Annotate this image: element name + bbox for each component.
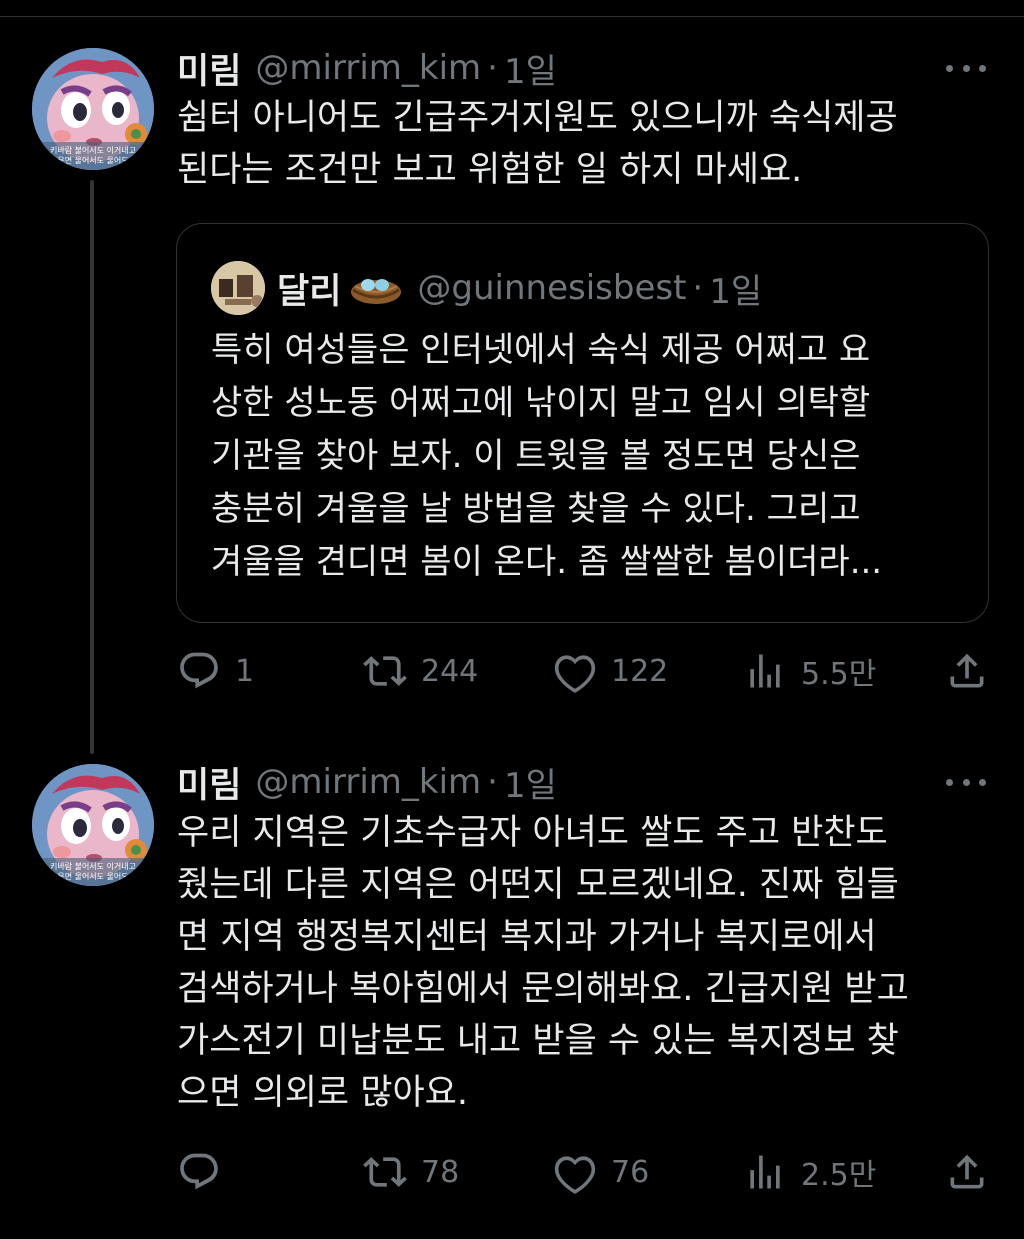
quoted-header: 달리 @guinnesisbest · 1일 — [277, 264, 762, 313]
svg-text:우면 울어서도 울어도: 우면 울어서도 울어도 — [57, 155, 128, 165]
tweet-text: 쉼터 아니어도 긴급주거지원도 있으니까 숙식제공 된다는 조건만 보고 위험한… — [177, 98, 898, 190]
more-options-icon[interactable] — [946, 58, 986, 78]
user-handle[interactable]: @mirrim_kim — [255, 762, 481, 802]
like-count: 122 — [611, 653, 669, 689]
view-count: 5.5만 — [801, 657, 877, 692]
views-button[interactable]: 5.5만 — [743, 646, 876, 696]
like-button[interactable]: 76 — [553, 1147, 649, 1197]
separator: · — [692, 268, 704, 308]
quoted-timestamp[interactable]: 1일 — [709, 264, 762, 313]
avatar-image: 키바람 불어서도 이거내고 우면 울어서도 울어도 — [32, 764, 154, 886]
retweet-button[interactable]: 78 — [363, 1147, 459, 1197]
separator: · — [487, 48, 498, 88]
like-button[interactable]: 122 — [553, 646, 668, 696]
heart-icon — [554, 655, 596, 693]
analytics-icon — [750, 1155, 780, 1189]
avatar[interactable]: 키바람 불어서도 이거내고 우면 울어서도 울어도 — [32, 764, 154, 886]
tweet-actions: 78 76 2.5만 — [177, 1147, 992, 1197]
reply-count: 1 — [235, 653, 255, 689]
quoted-avatar[interactable] — [211, 261, 265, 315]
svg-text:우면 울어서도 울어도: 우면 울어서도 울어도 — [57, 871, 128, 881]
share-icon — [950, 653, 984, 688]
quoted-tweet-text: 특히 여성들은 인터넷에서 숙식 제공 어쩌고 요 상한 성노동 어쩌고에 낚이… — [211, 330, 883, 582]
display-name[interactable]: 미림 — [177, 757, 241, 808]
quoted-avatar-image — [211, 261, 265, 315]
svg-text:키바람 불어서도 이거내고: 키바람 불어서도 이거내고 — [50, 861, 136, 871]
tweet-actions: 1 244 122 5.5만 — [177, 646, 992, 696]
share-icon — [950, 1154, 984, 1189]
reply-icon — [180, 652, 218, 689]
quoted-tweet[interactable]: 달리 @guinnesisbest · 1일 특히 여성들은 인터넷에서 숙식 … — [176, 223, 989, 623]
retweet-count: 244 — [421, 653, 479, 689]
views-button[interactable]: 2.5만 — [743, 1147, 876, 1197]
retweet-icon — [363, 656, 407, 686]
svg-text:키바람 불어서도 이거내고: 키바람 불어서도 이거내고 — [50, 145, 136, 155]
retweet-icon — [363, 1157, 407, 1187]
heart-icon — [554, 1156, 596, 1194]
timestamp[interactable]: 1일 — [504, 44, 557, 93]
share-button[interactable] — [945, 646, 989, 696]
share-button[interactable] — [945, 1147, 989, 1197]
view-count: 2.5만 — [801, 1158, 877, 1193]
timestamp[interactable]: 1일 — [504, 758, 557, 807]
avatar-image: 키바람 불어서도 이거내고 우면 울어서도 울어도 — [32, 48, 154, 170]
more-options-icon[interactable] — [946, 772, 986, 792]
bird-nest-icon — [349, 270, 403, 306]
avatar[interactable]: 키바람 불어서도 이거내고 우면 울어서도 울어도 — [32, 48, 154, 170]
display-name[interactable]: 미림 — [177, 43, 241, 94]
top-divider — [0, 16, 1024, 17]
thread-connector-line — [90, 180, 94, 754]
tweet-header: 미림 @mirrim_kim · 1일 — [177, 762, 557, 806]
quoted-user-handle[interactable]: @guinnesisbest — [417, 268, 686, 308]
like-count: 76 — [611, 1154, 650, 1190]
reply-icon — [180, 1153, 218, 1190]
analytics-icon — [750, 654, 780, 688]
tweet-header: 미림 @mirrim_kim · 1일 — [177, 48, 557, 92]
user-handle[interactable]: @mirrim_kim — [255, 48, 481, 88]
reply-button[interactable]: 1 — [177, 646, 254, 696]
retweet-count: 78 — [421, 1154, 460, 1190]
quoted-display-name[interactable]: 달리 — [277, 263, 341, 314]
tweet-text: 우리 지역은 기초수급자 아녀도 쌀도 주고 반찬도 줬는데 다른 지역은 어떤… — [177, 813, 909, 1113]
separator: · — [487, 762, 498, 802]
reply-button[interactable] — [177, 1147, 235, 1197]
retweet-button[interactable]: 244 — [363, 646, 478, 696]
